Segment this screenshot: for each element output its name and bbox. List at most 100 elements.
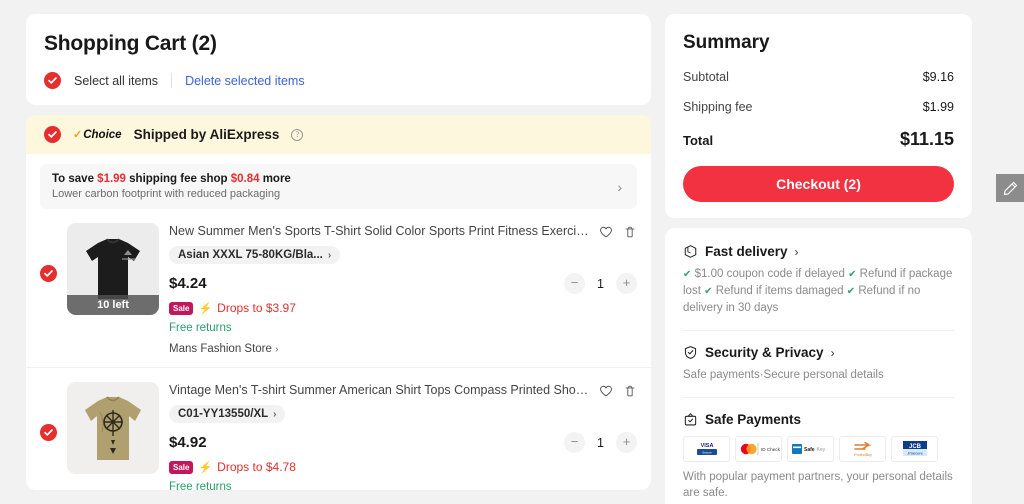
fast-delivery-title: Fast delivery <box>705 244 788 259</box>
sale-badge: Sale <box>169 460 194 474</box>
summary-card: Summary Subtotal $9.16 Shipping fee $1.9… <box>665 14 972 218</box>
check-icon: ✔ <box>683 269 692 280</box>
shop-group-card: ✓ Choice Shipped by AliExpress ? To save… <box>26 115 651 490</box>
discover-protectbuy-icon: ProtectBuy <box>854 441 872 457</box>
chevron-right-icon: › <box>794 244 799 259</box>
visa-icon: VISA Secure <box>696 443 717 455</box>
select-all-checkbox[interactable] <box>44 72 61 89</box>
total-value: $11.15 <box>899 129 954 149</box>
security-privacy-title: Security & Privacy <box>705 345 824 360</box>
heart-icon[interactable] <box>599 225 613 239</box>
shield-check-icon <box>684 346 697 359</box>
product-thumbnail[interactable] <box>67 382 159 474</box>
variant-label: C01-YY13550/XL <box>178 408 269 420</box>
security-privacy-header[interactable]: Security & Privacy › <box>683 345 954 360</box>
product-thumbnail[interactable]: 10 left <box>67 223 159 315</box>
group-select-checkbox[interactable] <box>44 126 61 143</box>
edit-pencil-icon <box>1003 181 1017 195</box>
price-drop-row: Sale ⚡ Drops to $3.97 <box>169 301 637 315</box>
save-banner-headline: To save $1.99 shipping fee shop $0.84 mo… <box>52 173 291 185</box>
shipping-fee-value: $1.99 <box>922 100 954 114</box>
fast-delivery-header[interactable]: Fast delivery › <box>683 244 954 259</box>
quantity-increase-button[interactable]: + <box>616 432 637 453</box>
cart-column: Shopping Cart (2) Select all items Delet… <box>26 14 651 490</box>
choice-check-icon: ✓ <box>73 129 83 141</box>
quantity-stepper: − 1 + <box>564 273 637 294</box>
shipping-fee-row: Shipping fee $1.99 <box>683 100 954 114</box>
item-icon-group <box>599 383 637 398</box>
item-select-checkbox[interactable] <box>40 424 57 441</box>
benefit-3: Refund if items damaged <box>715 285 844 297</box>
quantity-decrease-button[interactable]: − <box>564 432 585 453</box>
select-all-label[interactable]: Select all items <box>74 74 158 88</box>
product-price: $4.24 <box>169 275 207 292</box>
chevron-right-icon: › <box>327 249 332 261</box>
choice-badge-label: Choice <box>83 128 122 141</box>
summary-column: Summary Subtotal $9.16 Shipping fee $1.9… <box>665 14 972 504</box>
quantity-stepper: − 1 + <box>564 432 637 453</box>
item-select-checkbox[interactable] <box>40 265 57 282</box>
check-icon <box>44 270 53 277</box>
quantity-value[interactable]: 1 <box>596 277 605 291</box>
package-box-icon <box>684 245 697 258</box>
action-divider <box>171 73 173 88</box>
free-returns-label: Free returns <box>169 481 232 490</box>
svg-text:Key: Key <box>816 447 825 453</box>
quantity-increase-button[interactable]: + <box>616 273 637 294</box>
item-details: Vintage Men's T-shirt Summer American Sh… <box>169 382 637 490</box>
chevron-right-icon: › <box>275 344 279 355</box>
choice-badge: ✓ Choice <box>73 128 122 142</box>
payment-logo-idcheck: ID Check <box>735 436 782 462</box>
chevron-right-icon[interactable]: › <box>617 179 625 195</box>
item-icon-group <box>599 224 637 239</box>
save-amount: $1.99 <box>97 173 126 185</box>
safe-payments-section: Safe Payments VISA Secure ID Check Safe … <box>683 397 954 501</box>
total-row: Total $11.15 <box>683 129 954 150</box>
save-banner-subtitle: Lower carbon footprint with reduced pack… <box>52 188 281 200</box>
security-privacy-section: Security & Privacy › Safe payments·Secur… <box>683 330 954 383</box>
product-variant-chip[interactable]: C01-YY13550/XL › <box>169 405 286 423</box>
summary-title: Summary <box>683 32 770 53</box>
checkout-button[interactable]: Checkout (2) <box>683 166 954 202</box>
svg-text:ProtectBuy: ProtectBuy <box>854 453 872 457</box>
safe-payments-note: With popular payment partners, your pers… <box>683 471 953 499</box>
shipping-save-banner[interactable]: To save $1.99 shipping fee shop $0.84 mo… <box>40 164 637 209</box>
product-title[interactable]: Vintage Men's T-shirt Summer American Sh… <box>169 383 589 398</box>
product-price: $4.92 <box>169 434 207 451</box>
store-link[interactable]: Mans Fashion Store › <box>169 343 637 355</box>
chevron-right-icon: › <box>830 345 835 360</box>
svg-text:ID Check: ID Check <box>761 447 781 452</box>
save-banner-text: To save $1.99 shipping fee shop $0.84 mo… <box>52 173 291 200</box>
trash-icon[interactable] <box>623 384 637 398</box>
check-icon: ✔ <box>848 269 857 280</box>
save-prefix: To save <box>52 173 98 185</box>
product-variant-chip[interactable]: Asian XXXL 75-80KG/Bla... › <box>169 246 341 264</box>
save-suffix: more <box>259 173 291 185</box>
lightning-bolt-icon: ⚡ <box>198 461 213 474</box>
quantity-value[interactable]: 1 <box>596 436 605 450</box>
info-icon[interactable]: ? <box>291 128 304 141</box>
payment-logo-jcb: JCB J/Secure <box>891 436 938 462</box>
lock-bag-icon <box>684 413 697 426</box>
cart-header-card: Shopping Cart (2) Select all items Delet… <box>26 14 651 105</box>
trash-icon[interactable] <box>623 225 637 239</box>
variant-label: Asian XXXL 75-80KG/Bla... <box>178 249 323 261</box>
quantity-decrease-button[interactable]: − <box>564 273 585 294</box>
price-drop-row: Sale ⚡ Drops to $4.78 <box>169 460 637 474</box>
trust-card: Fast delivery › ✔ $1.00 coupon code if d… <box>665 228 972 504</box>
payment-logo-list: VISA Secure ID Check Safe Key ProtectBuy… <box>683 436 954 462</box>
product-title[interactable]: New Summer Men's Sports T-Shirt Solid Co… <box>169 224 589 239</box>
svg-text:J/Secure: J/Secure <box>907 450 924 455</box>
heart-icon[interactable] <box>599 384 613 398</box>
item-details: New Summer Men's Sports T-Shirt Solid Co… <box>169 223 637 355</box>
check-icon <box>48 131 57 138</box>
delete-selected-button[interactable]: Delete selected items <box>185 74 305 88</box>
chevron-right-icon: › <box>273 408 277 420</box>
subtotal-label: Subtotal <box>683 70 729 84</box>
item-title-row: Vintage Men's T-shirt Summer American Sh… <box>169 383 637 398</box>
shipped-by-label: Shipped by AliExpress <box>133 127 280 142</box>
svg-text:VISA: VISA <box>700 443 713 449</box>
shop-group-header: ✓ Choice Shipped by AliExpress ? <box>26 115 651 154</box>
edit-floating-button[interactable] <box>996 174 1024 202</box>
cart-actions: Select all items Delete selected items <box>44 72 633 89</box>
